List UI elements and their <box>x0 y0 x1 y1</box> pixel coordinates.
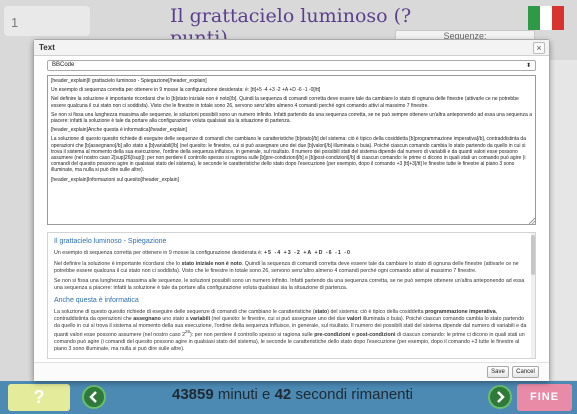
editor-line: La soluzione di questo quesito richiede … <box>51 136 526 174</box>
side-panel <box>548 60 577 380</box>
preview-heading-explain: Il grattacielo luminoso - Spiegazione <box>54 238 167 245</box>
bbcode-editor[interactable]: [header_explain]Il grattacielo luminoso … <box>47 75 536 225</box>
timer-minutes-word: minuti e <box>217 386 271 403</box>
flag-red-stripe <box>552 6 564 30</box>
preview-bold: post-condizioni <box>356 332 396 339</box>
preview-bold: assegnano <box>133 315 161 322</box>
timer: 43859 minuti e 42 secondi rimanenti <box>125 386 460 403</box>
preview-bold: programmazione imperativa <box>425 308 496 315</box>
dialog-titlebar[interactable]: Text × <box>34 40 549 56</box>
previous-button[interactable] <box>82 385 106 409</box>
timer-minutes: 43859 <box>171 386 214 403</box>
editor-line: Un esempio di sequenza corretta per otte… <box>51 87 321 94</box>
editor-line: Nel definire la soluzione è importante r… <box>51 96 519 109</box>
save-button[interactable]: Save <box>487 366 509 378</box>
flag-white-stripe <box>540 6 552 30</box>
preview-paragraph: Se non si fissa una lunghezza massima al… <box>54 278 525 292</box>
resize-grip-icon[interactable] <box>529 218 535 224</box>
timer-seconds-word: secondi rimanenti <box>295 386 413 403</box>
end-button[interactable]: FINE <box>517 384 572 411</box>
format-selected-value: BBCode <box>52 62 75 68</box>
editor-line: [header_explain]Anche questa è informati… <box>51 127 187 134</box>
preview-text: ): per non perdere il controllo spesso s… <box>189 332 315 339</box>
preview-text: uno stato a <box>160 315 191 322</box>
chevron-right-icon <box>497 391 505 403</box>
preview-paragraph: La soluzione di questo quesito richiede … <box>54 309 529 353</box>
help-button[interactable]: ? <box>8 384 70 411</box>
dialog-footer <box>34 362 549 381</box>
preview-bold: variabili <box>190 315 211 322</box>
preview-bold: valori <box>347 315 362 322</box>
question-number: 1 <box>4 6 90 36</box>
editor-line: Se non si fissa una lunghezza massima al… <box>51 111 532 125</box>
preview-text: (nel quesito: le finestre, cui si può as… <box>210 315 348 322</box>
preview-text: La soluzione di questo quesito richiede … <box>54 308 315 315</box>
format-select[interactable]: BBCode ⬍ <box>47 60 536 71</box>
dialog-title: Text <box>39 43 55 52</box>
flag-green-stripe <box>528 6 540 30</box>
preview-intro-text: Un esempio di sequenza corretta per otte… <box>54 250 263 256</box>
preview-bold: pre-condizioni <box>314 332 351 339</box>
preview-text: Nel definire la soluzione è importante r… <box>54 260 182 267</box>
dropdown-arrow-icon: ⬍ <box>525 63 531 69</box>
close-icon[interactable]: × <box>533 42 545 54</box>
cancel-button[interactable]: Cancel <box>512 366 539 378</box>
preview-sequence: +5 -4 +3 -2 +A +D -6 -1 -0 <box>263 250 351 256</box>
preview-paragraph: Nel definire la soluzione è importante r… <box>54 261 529 275</box>
preview-text: ) del sistema: ciò è tipico della cosidd… <box>327 308 425 315</box>
preview-bold: stato <box>314 308 328 315</box>
timer-seconds: 42 <box>274 386 292 403</box>
preview-scrollbar-thumb[interactable] <box>531 235 535 275</box>
editor-line: [header_explain]Informazioni sul quesito… <box>51 176 179 183</box>
preview-heading-informatics: Anche questa è informatica <box>54 296 139 304</box>
editor-line: [header_explain]Il grattacielo luminoso … <box>51 78 207 84</box>
next-button[interactable] <box>488 385 512 409</box>
preview-intro: Un esempio di sequenza corretta per otte… <box>54 250 529 257</box>
text-dialog: Text × BBCode ⬍ [header_explain]Il gratt… <box>33 39 550 381</box>
italian-flag-icon[interactable] <box>528 6 564 30</box>
chevron-left-icon <box>89 391 97 403</box>
preview-bold: stato iniziale non è noto <box>181 260 242 267</box>
preview-pane: Il grattacielo luminoso - Spiegazione Un… <box>47 232 536 359</box>
